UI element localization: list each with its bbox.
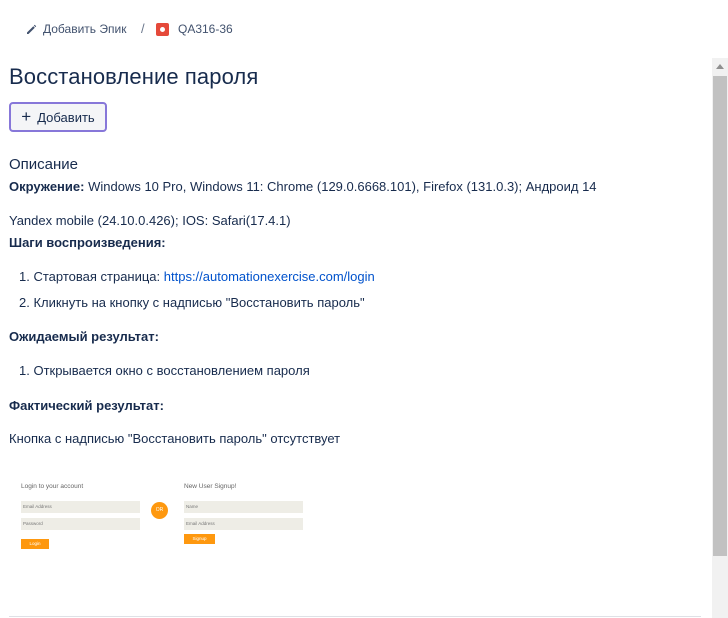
issue-content: Восстановление пароля + Добавить Описани… (0, 58, 712, 618)
add-button[interactable]: + Добавить (9, 102, 107, 132)
issue-title[interactable]: Восстановление пароля (9, 64, 258, 90)
add-epic-link[interactable]: Добавить Эпик (26, 22, 126, 36)
step-item-2: 2. Кликнуть на кнопку с надписью "Восста… (19, 295, 365, 310)
or-badge: OR (151, 502, 168, 519)
email-field: Email Address (21, 501, 140, 513)
add-button-label: Добавить (37, 109, 95, 125)
attachment-screenshot[interactable]: Login to your account Email Address Pass… (9, 466, 309, 556)
vertical-scrollbar[interactable] (712, 58, 728, 618)
description-heading: Описание (9, 156, 79, 173)
plus-icon: + (21, 106, 32, 126)
expected-label-text: Ожидаемый результат: (9, 329, 159, 344)
signup-heading: New User Signup! (184, 483, 237, 490)
login-heading: Login to your account (21, 483, 84, 490)
signup-button: Signup (184, 534, 215, 544)
expected-item-1: 1. Открывается окно с восстановлением па… (19, 363, 310, 378)
add-epic-label: Добавить Эпик (43, 22, 127, 36)
actual-label-text: Фактический результат: (9, 398, 164, 413)
password-field: Password (21, 518, 140, 530)
issue-key: QA316-36 (178, 22, 233, 36)
signup-email-field: Email Address (184, 518, 303, 530)
environment-line-2[interactable]: Yandex mobile (24.10.0.426); IOS: Safari… (9, 213, 291, 228)
section-divider (9, 616, 701, 617)
login-page-link[interactable]: https://automationexercise.com/login (164, 269, 375, 284)
scrollbar-thumb[interactable] (713, 76, 727, 556)
scroll-up-arrow-icon[interactable] (712, 58, 728, 74)
step-1-text: 1. Стартовая страница: (19, 269, 164, 284)
steps-label-text: Шаги воспроизведения: (9, 235, 166, 250)
login-button: Login (21, 539, 49, 549)
name-field: Name (184, 501, 303, 513)
top-bar: Добавить Эпик / QA316-36 (0, 0, 728, 58)
issue-key-link[interactable]: QA316-36 (156, 22, 233, 36)
environment-line[interactable]: Окружение: Windows 10 Pro, Windows 11: C… (9, 179, 597, 194)
steps-label: Шаги воспроизведения: (9, 235, 166, 250)
bug-icon (156, 22, 169, 36)
actual-result-text: Кнопка с надписью "Восстановить пароль" … (9, 431, 341, 446)
environment-label: Окружение: (9, 179, 85, 194)
environment-value: Windows 10 Pro, Windows 11: Chrome (129.… (88, 179, 597, 194)
step-item-1: 1. Стартовая страница: https://automatio… (19, 269, 375, 284)
actual-label: Фактический результат: (9, 398, 164, 413)
breadcrumb-separator: / (141, 21, 145, 36)
pencil-icon (27, 24, 37, 34)
expected-label: Ожидаемый результат: (9, 329, 159, 344)
